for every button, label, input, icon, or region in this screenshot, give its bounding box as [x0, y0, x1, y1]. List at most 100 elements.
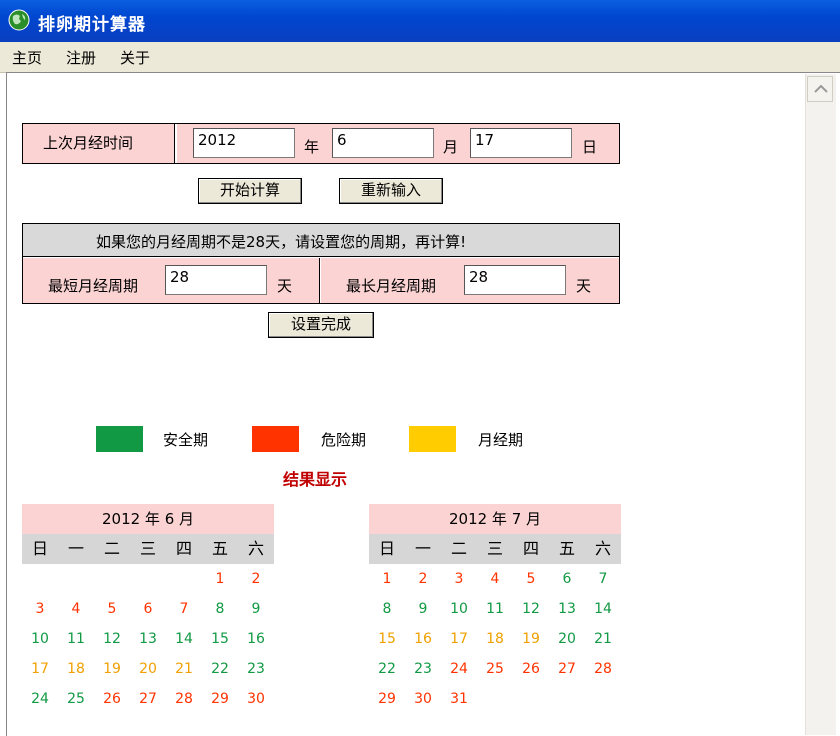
calendar-day[interactable]: 22: [369, 654, 405, 684]
calendar-day[interactable]: 25: [477, 654, 513, 684]
calendar-day[interactable]: 11: [477, 594, 513, 624]
calendar-day[interactable]: 6: [549, 564, 585, 594]
calendar-day[interactable]: 1: [369, 564, 405, 594]
calendar-day[interactable]: 25: [58, 684, 94, 714]
calendar-day: [22, 564, 58, 594]
calendar-day[interactable]: 8: [202, 594, 238, 624]
calendar-day: [513, 684, 549, 714]
calendar-day[interactable]: 15: [202, 624, 238, 654]
calendar-day[interactable]: 17: [441, 624, 477, 654]
calendar-day[interactable]: 12: [513, 594, 549, 624]
day-unit: 日: [582, 138, 598, 156]
menu-home[interactable]: 主页: [12, 47, 42, 68]
min-cycle-input[interactable]: 28: [165, 265, 267, 295]
calendar-day[interactable]: 29: [202, 684, 238, 714]
calendar-day[interactable]: 29: [369, 684, 405, 714]
calendar-day[interactable]: 15: [369, 624, 405, 654]
max-cycle-unit: 天: [576, 277, 592, 295]
legend-period-swatch: [409, 426, 456, 452]
calendar-day[interactable]: 27: [549, 654, 585, 684]
window-title: 排卵期计算器: [38, 15, 146, 35]
calendar-day[interactable]: 1: [202, 564, 238, 594]
calendar-week-row: 15 16 17 18 19 20 21: [369, 624, 621, 654]
menu-register[interactable]: 注册: [66, 47, 96, 68]
calendar-day[interactable]: 5: [94, 594, 130, 624]
calendar-day[interactable]: 16: [405, 624, 441, 654]
calendar-day[interactable]: 12: [94, 624, 130, 654]
calendar-day[interactable]: 30: [238, 684, 274, 714]
calendar-day[interactable]: 27: [130, 684, 166, 714]
result-title: 结果显示: [283, 470, 348, 489]
calendar-day[interactable]: 3: [441, 564, 477, 594]
calendar-title: 2012 年 7 月: [369, 504, 621, 534]
calendar-day[interactable]: 19: [94, 654, 130, 684]
calendar-title: 2012 年 6 月: [22, 504, 274, 534]
calendar-day: [585, 684, 621, 714]
day-input[interactable]: 17: [470, 128, 572, 158]
calendar-day[interactable]: 4: [477, 564, 513, 594]
weekday-label: 六: [247, 539, 264, 558]
calendar-day[interactable]: 18: [477, 624, 513, 654]
calendar-day[interactable]: 21: [166, 654, 202, 684]
calendar-day[interactable]: 17: [22, 654, 58, 684]
calendar-day[interactable]: 2: [405, 564, 441, 594]
calendar-day[interactable]: 30: [405, 684, 441, 714]
scroll-up-button[interactable]: [807, 76, 833, 102]
calendar-day[interactable]: 13: [549, 594, 585, 624]
calendar-day[interactable]: 20: [549, 624, 585, 654]
calendar-day[interactable]: 24: [22, 684, 58, 714]
legend-period-label: 月经期: [478, 431, 524, 449]
calendar-day[interactable]: 13: [130, 624, 166, 654]
calculate-button[interactable]: 开始计算: [198, 178, 302, 204]
calendar-day[interactable]: 7: [585, 564, 621, 594]
calendar-day[interactable]: 14: [166, 624, 202, 654]
calendar-day[interactable]: 8: [369, 594, 405, 624]
calendar-day[interactable]: 4: [58, 594, 94, 624]
calendar-day[interactable]: 26: [94, 684, 130, 714]
reset-button[interactable]: 重新输入: [339, 178, 443, 204]
calendar-day[interactable]: 16: [238, 624, 274, 654]
calendar-day: [166, 564, 202, 594]
calendar-day[interactable]: 22: [202, 654, 238, 684]
calendar-day: [130, 564, 166, 594]
calendar-day[interactable]: 5: [513, 564, 549, 594]
max-cycle-label: 最长月经周期: [346, 277, 437, 295]
calendar-day: [94, 564, 130, 594]
calendar-july: 2012 年 7 月 日一二三四五六 1 2 3 4 5 6 7 8 9 10 11 12 13 14 15…: [369, 504, 621, 714]
set-done-button[interactable]: 设置完成: [268, 312, 374, 338]
calendar-day[interactable]: 20: [130, 654, 166, 684]
calendar-day[interactable]: 19: [513, 624, 549, 654]
weekday-label: 五: [211, 539, 228, 558]
calendar-day[interactable]: 10: [22, 624, 58, 654]
calendar-day[interactable]: 24: [441, 654, 477, 684]
calendar-day[interactable]: 3: [22, 594, 58, 624]
calendar-day[interactable]: 2: [238, 564, 274, 594]
calendar-day[interactable]: 31: [441, 684, 477, 714]
menu-about[interactable]: 关于: [120, 47, 150, 68]
calendar-day[interactable]: 9: [405, 594, 441, 624]
calendar-day[interactable]: 14: [585, 594, 621, 624]
weekday-label: 一: [67, 539, 84, 558]
legend-safe-swatch: [96, 426, 143, 452]
calendar-day[interactable]: 23: [405, 654, 441, 684]
calendar-day[interactable]: 23: [238, 654, 274, 684]
calendar-day[interactable]: 26: [513, 654, 549, 684]
calendar-day[interactable]: 10: [441, 594, 477, 624]
weekday-label: 二: [103, 539, 120, 558]
calendar-day[interactable]: 7: [166, 594, 202, 624]
vertical-scrollbar[interactable]: [805, 74, 836, 735]
calendar-day[interactable]: 21: [585, 624, 621, 654]
month-input[interactable]: 6: [332, 128, 434, 158]
calendar-day[interactable]: 18: [58, 654, 94, 684]
menu-bar: 主页 注册 关于: [0, 42, 840, 73]
year-input[interactable]: 2012: [193, 128, 295, 158]
calendar-day[interactable]: 11: [58, 624, 94, 654]
max-cycle-input[interactable]: 28: [464, 265, 566, 295]
title-bar: 排卵期计算器: [0, 0, 840, 42]
weekday-label: 日: [31, 539, 48, 558]
calendar-day[interactable]: 28: [166, 684, 202, 714]
calendar-day[interactable]: 6: [130, 594, 166, 624]
calendar-day: [477, 684, 513, 714]
calendar-day[interactable]: 28: [585, 654, 621, 684]
calendar-day[interactable]: 9: [238, 594, 274, 624]
